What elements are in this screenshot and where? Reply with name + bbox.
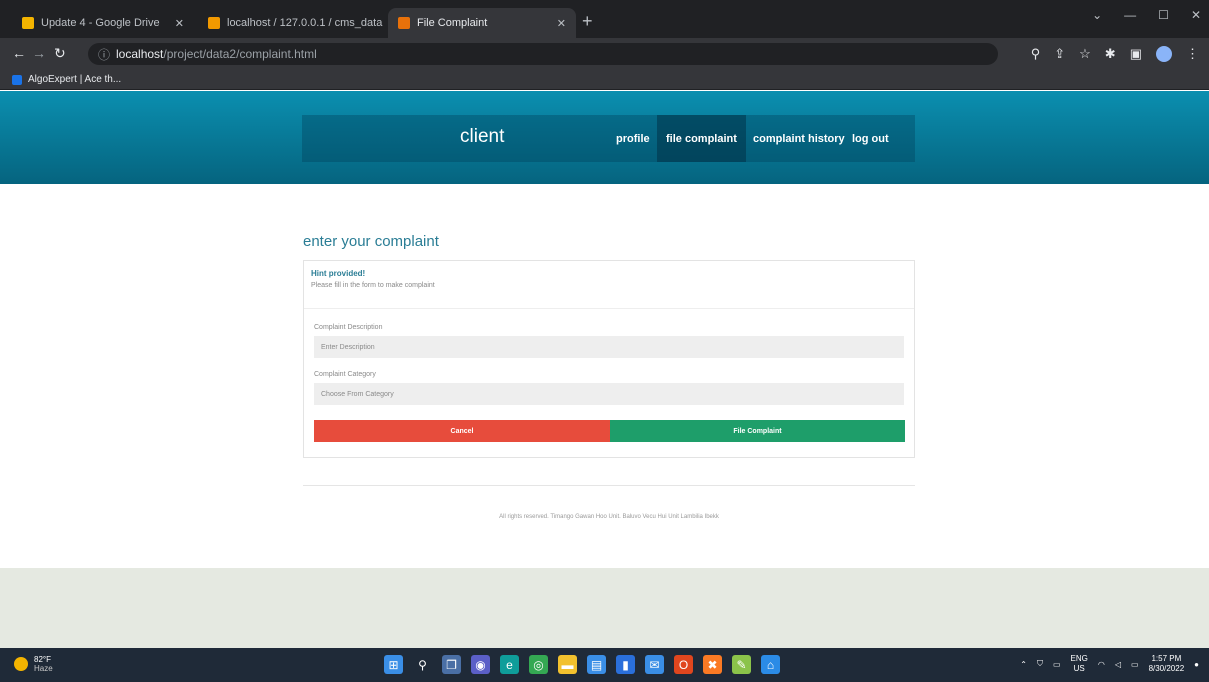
zoom-icon[interactable]: ⚲ <box>1031 46 1041 62</box>
browser-tab-bar: Update 4 - Google Drive ✕ localhost / 12… <box>0 0 1209 38</box>
site-header: client profile file complaint complaint … <box>0 91 1209 184</box>
url-path: /project/data2/complaint.html <box>163 47 317 61</box>
weather-condition: Haze <box>34 664 53 673</box>
edge-icon[interactable]: e <box>500 655 519 674</box>
office-icon[interactable]: O <box>674 655 693 674</box>
close-icon[interactable]: ✕ <box>167 17 184 30</box>
window-controls: ⌄ — ☐ ✕ <box>1092 8 1201 22</box>
tab-google-drive[interactable]: Update 4 - Google Drive ✕ <box>12 8 194 38</box>
volume-icon[interactable]: ◁ <box>1115 660 1121 669</box>
url-host: localhost <box>116 47 164 61</box>
region-code: US <box>1073 664 1085 673</box>
close-window-icon[interactable]: ✕ <box>1191 8 1201 22</box>
nav-file-complaint[interactable]: file complaint <box>657 115 746 162</box>
browser-toolbar: ⚲ ⇪ ☆ ✱ ▣ ⋮ <box>1031 46 1199 62</box>
bookmark-favicon-icon <box>12 74 22 85</box>
description-input[interactable]: Enter Description <box>314 336 904 358</box>
address-bar: ← → ↻ ⓘ localhost /project/data2/complai… <box>0 38 1209 70</box>
google-drive-icon <box>22 17 34 29</box>
wifi-icon[interactable]: ◠ <box>1098 660 1105 669</box>
notice-text: Please fill in the form to make complain… <box>311 282 435 289</box>
windows-taskbar: 82°F Haze ⊞ ⚲ ❐ ◉ e ◎ ▬ ▤ ▮ ✉ O ✖ ✎ ⌂ ⌃ ⛉ ▭ ENG US ◠ … <box>0 648 1209 682</box>
cancel-button[interactable]: Cancel <box>314 420 610 442</box>
chevron-down-icon[interactable]: ⌄ <box>1092 8 1102 22</box>
complaint-form: Hint provided! Please fill in the form t… <box>303 260 915 458</box>
notice-heading: Hint provided! <box>311 269 366 278</box>
share-icon[interactable]: ⇪ <box>1054 46 1065 62</box>
paint-icon[interactable]: ✎ <box>732 655 751 674</box>
clock-time: 1:57 PM <box>1151 654 1182 663</box>
language-code: ENG <box>1070 654 1088 663</box>
file-explorer-icon[interactable]: ▬ <box>558 655 577 674</box>
divider <box>304 308 914 309</box>
chat-icon[interactable]: ◉ <box>471 655 490 674</box>
notes-icon[interactable]: ▮ <box>616 655 635 674</box>
weather-temp: 82°F <box>34 655 51 664</box>
battery-icon[interactable]: ▭ <box>1131 660 1139 669</box>
nav-profile[interactable]: profile <box>607 115 659 162</box>
tab-title: Update 4 - Google Drive <box>41 17 160 29</box>
category-label: Complaint Category <box>314 371 376 378</box>
brand-logo[interactable]: client <box>460 126 504 148</box>
star-icon[interactable]: ☆ <box>1079 46 1091 62</box>
menu-icon[interactable]: ⋮ <box>1186 46 1199 62</box>
navbar: client profile file complaint complaint … <box>302 115 915 162</box>
url-input[interactable]: ⓘ localhost /project/data2/complaint.htm… <box>88 43 998 65</box>
tab-title: File Complaint <box>417 17 488 29</box>
windows-start-icon[interactable]: ⊞ <box>384 655 403 674</box>
forward-icon[interactable]: → <box>32 45 46 61</box>
display-icon[interactable]: ▭ <box>1053 660 1061 669</box>
security-icon[interactable]: ⛉ <box>1037 659 1043 669</box>
phpmyadmin-icon <box>208 17 220 29</box>
nav-complaint-history[interactable]: complaint history <box>744 115 854 162</box>
description-label: Complaint Description <box>314 324 383 331</box>
tab-phpmyadmin[interactable]: localhost / 127.0.0.1 / cms_data / ... ✕ <box>198 8 384 38</box>
page-bottom-band <box>0 568 1209 648</box>
minimize-icon[interactable]: — <box>1124 8 1136 22</box>
taskbar-apps: ⊞ ⚲ ❐ ◉ e ◎ ▬ ▤ ▮ ✉ O ✖ ✎ ⌂ <box>384 655 780 674</box>
vscode-icon[interactable]: ⌂ <box>761 655 780 674</box>
reload-icon[interactable]: ↻ <box>54 45 66 62</box>
nav-log-out[interactable]: log out <box>843 115 898 162</box>
info-icon[interactable]: ⓘ <box>98 46 110 63</box>
chevron-up-icon[interactable]: ⌃ <box>1020 660 1027 669</box>
store-icon[interactable]: ▤ <box>587 655 606 674</box>
search-icon[interactable]: ⚲ <box>413 655 432 674</box>
weather-sun-icon <box>14 657 28 671</box>
page-title: enter your complaint <box>303 233 439 250</box>
clock-date: 8/30/2022 <box>1148 664 1185 673</box>
file-complaint-button[interactable]: File Complaint <box>610 420 905 442</box>
language-indicator[interactable]: ENG US <box>1071 654 1088 674</box>
system-tray: ⌃ ⛉ ▭ ENG US ◠ ◁ ▭ 1:57 PM 8/30/2022 ● <box>1020 654 1199 674</box>
profile-avatar[interactable] <box>1156 46 1172 62</box>
bookmarks-bar: AlgoExpert | Ace th... <box>0 70 1209 90</box>
clock[interactable]: 1:57 PM 8/30/2022 <box>1149 654 1185 674</box>
mail-icon[interactable]: ✉ <box>645 655 664 674</box>
tab-file-complaint[interactable]: File Complaint ✕ <box>388 8 576 38</box>
category-select[interactable]: Choose From Category <box>314 383 904 405</box>
xampp-icon[interactable]: ✖ <box>703 655 722 674</box>
chrome-icon[interactable]: ◎ <box>529 655 548 674</box>
new-tab-icon[interactable]: + <box>582 12 593 30</box>
extensions-icon[interactable]: ✱ <box>1105 46 1116 62</box>
sidepanel-icon[interactable]: ▣ <box>1130 46 1142 62</box>
bookmark-algoexpert[interactable]: AlgoExpert | Ace th... <box>28 74 121 85</box>
close-icon[interactable]: ✕ <box>549 17 566 30</box>
weather-widget[interactable]: 82°F Haze <box>14 655 53 673</box>
footer-divider <box>303 485 915 486</box>
notification-icon[interactable]: ● <box>1194 660 1199 669</box>
page-favicon-icon <box>398 17 410 29</box>
task-view-icon[interactable]: ❐ <box>442 655 461 674</box>
tab-title: localhost / 127.0.0.1 / cms_data / ... <box>227 17 384 29</box>
maximize-icon[interactable]: ☐ <box>1158 8 1169 22</box>
back-icon[interactable]: ← <box>12 45 26 61</box>
footer-copyright: All rights reserved. Timango Gawan Hoo U… <box>499 514 719 520</box>
